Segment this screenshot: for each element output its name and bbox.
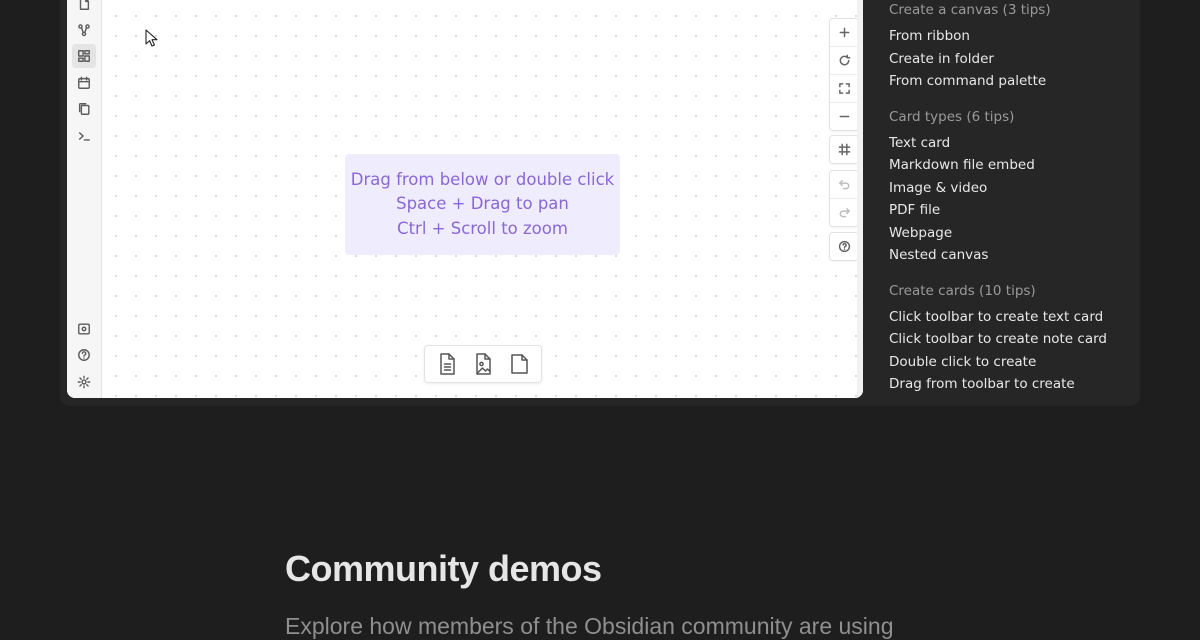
graph-view-icon[interactable]: [72, 18, 96, 42]
tips-section-heading: Create a canvas (3 tips): [889, 2, 1051, 18]
card-creation-toolbar: [424, 345, 542, 383]
canvas-help-icon[interactable]: [830, 233, 858, 260]
hint-line-drag: Drag from below or double click: [350, 169, 615, 189]
new-note-icon[interactable]: [72, 0, 96, 16]
canvas-scrollbar[interactable]: [857, 0, 863, 398]
command-palette-icon[interactable]: [72, 124, 96, 148]
tip-item[interactable]: Nested canvas: [889, 244, 1129, 267]
community-demos-heading: Community demos: [285, 548, 602, 589]
tips-section-heading: Card types (6 tips): [889, 108, 1015, 125]
snap-to-grid-icon[interactable]: [830, 136, 858, 163]
zoom-controls: [829, 18, 859, 131]
tip-item[interactable]: Double click to create: [889, 351, 1129, 374]
tip-item[interactable]: Webpage: [889, 222, 1129, 245]
history-controls: [829, 170, 859, 227]
tip-item[interactable]: From command palette: [889, 70, 1129, 93]
canvas-workspace[interactable]: Drag from below or double click Space + …: [102, 0, 863, 398]
canvas-demo-frame: Drag from below or double click Space + …: [60, 0, 1140, 406]
hint-line-pan: Space + Drag to pan: [396, 194, 569, 214]
left-ribbon: [67, 0, 102, 398]
tip-item[interactable]: Drag from toolbar to create: [889, 373, 1129, 396]
mouse-cursor-icon: [145, 29, 158, 47]
tip-item[interactable]: Create in folder: [889, 48, 1129, 71]
tip-item[interactable]: Text card: [889, 132, 1129, 155]
zoom-out-icon[interactable]: [830, 102, 858, 130]
new-text-card-icon[interactable]: [432, 349, 462, 379]
reset-zoom-icon[interactable]: [830, 46, 858, 74]
tips-section-create-canvas: Create a canvas (3 tips) From ribbon Cre…: [889, 0, 1129, 93]
tip-item[interactable]: From ribbon: [889, 25, 1129, 48]
new-media-card-icon[interactable]: [468, 349, 498, 379]
undo-icon[interactable]: [830, 171, 858, 198]
grid-controls: [829, 135, 859, 164]
vault-icon[interactable]: [72, 317, 96, 341]
community-demos-description: Explore how members of the Obsidian comm…: [285, 613, 894, 639]
redo-icon[interactable]: [830, 198, 858, 226]
tips-section-heading: Create cards (10 tips): [889, 282, 1036, 299]
tip-item[interactable]: PDF file: [889, 199, 1129, 222]
tip-item[interactable]: Image & video: [889, 177, 1129, 200]
help-controls: [829, 232, 859, 261]
obsidian-app-window: Drag from below or double click Space + …: [67, 0, 863, 398]
zoom-in-icon[interactable]: [830, 19, 858, 46]
new-note-card-icon[interactable]: [504, 349, 534, 379]
tips-section-create-cards: Create cards (10 tips) Click toolbar to …: [889, 281, 1129, 396]
templates-icon[interactable]: [72, 97, 96, 121]
tip-item[interactable]: Click toolbar to create text card: [889, 306, 1129, 329]
tip-item[interactable]: Markdown file embed: [889, 154, 1129, 177]
settings-icon[interactable]: [72, 370, 96, 394]
hint-line-zoom: Ctrl + Scroll to zoom: [397, 218, 568, 238]
canvas-tips-list: Create a canvas (3 tips) From ribbon Cre…: [889, 0, 1129, 398]
tips-section-card-types: Card types (6 tips) Text card Markdown f…: [889, 107, 1129, 267]
canvas-empty-hint: Drag from below or double click Space + …: [345, 154, 620, 255]
tip-item[interactable]: Click toolbar to create note card: [889, 328, 1129, 351]
help-icon[interactable]: [72, 343, 96, 367]
daily-note-icon[interactable]: [72, 71, 96, 95]
canvas-icon[interactable]: [72, 44, 96, 68]
zoom-to-fit-icon[interactable]: [830, 74, 858, 102]
